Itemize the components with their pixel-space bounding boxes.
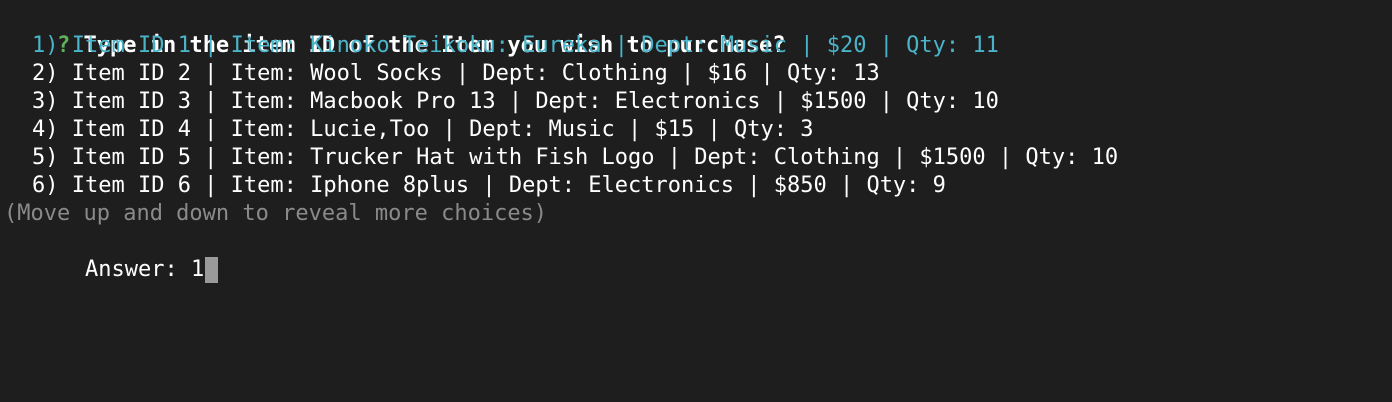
choice-item-3[interactable]: 3) Item ID 3 | Item: Macbook Pro 13 | De… bbox=[4, 88, 999, 116]
text-cursor bbox=[205, 257, 219, 283]
prompt-line: ? Type in the item ID of the Item you wi… bbox=[4, 4, 786, 58]
answer-label: Answer: bbox=[84, 257, 178, 282]
choice-item-4[interactable]: 4) Item ID 4 | Item: Lucie,Too | Dept: M… bbox=[4, 116, 813, 144]
answer-value[interactable]: 1 bbox=[191, 257, 204, 282]
answer-line[interactable]: Answer: 1 bbox=[4, 228, 219, 283]
choice-item-1[interactable]: 1) Item ID 1 | Item: Kinoko Teikoku: Eur… bbox=[4, 32, 999, 60]
choice-item-6[interactable]: 6) Item ID 6 | Item: Iphone 8plus | Dept… bbox=[4, 172, 946, 200]
choice-item-5[interactable]: 5) Item ID 5 | Item: Trucker Hat with Fi… bbox=[4, 144, 1118, 172]
terminal-window[interactable]: ? Type in the item ID of the Item you wi… bbox=[0, 0, 1392, 402]
scroll-hint: (Move up and down to reveal more choices… bbox=[4, 201, 548, 226]
choice-item-2[interactable]: 2) Item ID 2 | Item: Wool Socks | Dept: … bbox=[4, 60, 880, 88]
